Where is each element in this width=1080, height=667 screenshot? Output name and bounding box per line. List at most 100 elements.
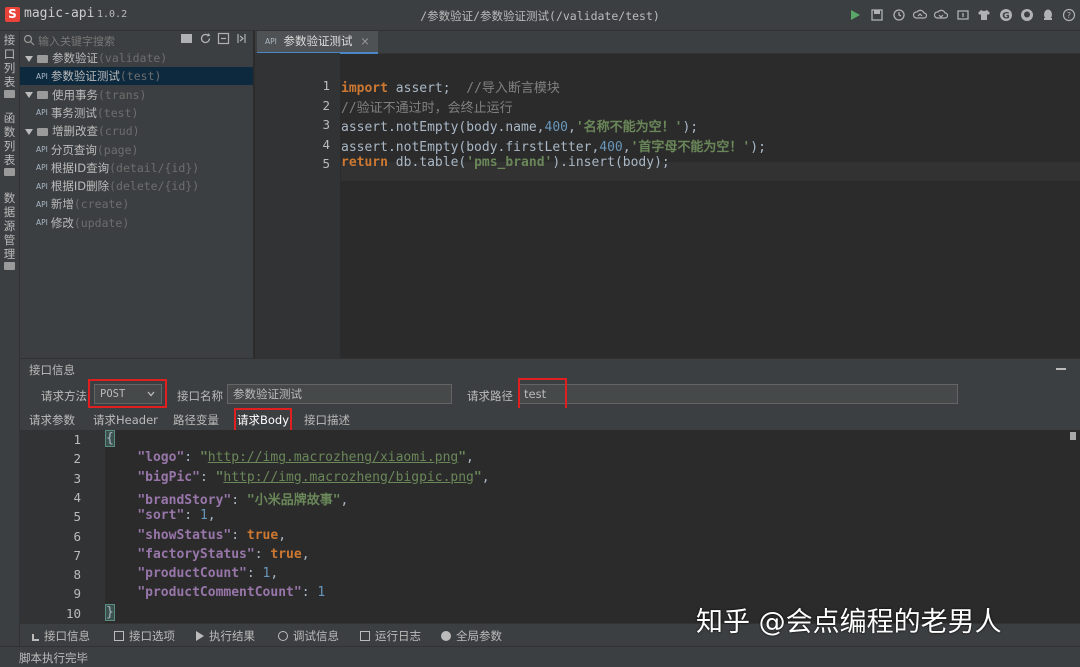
code-token: : bbox=[199, 469, 216, 485]
name-input[interactable]: 参数验证测试 bbox=[227, 384, 452, 404]
highlight-box bbox=[518, 378, 567, 410]
tree-item-name: 增删改查 bbox=[52, 124, 98, 139]
line-gutter: 1 2 3 4 5 bbox=[255, 53, 340, 358]
tree-item-name: 参数验证 bbox=[52, 51, 98, 65]
tree-api-item[interactable]: API 新增(create) bbox=[20, 195, 253, 213]
tree-item-name: 修改 bbox=[50, 215, 74, 230]
folder-icon bbox=[37, 54, 48, 63]
code-token: ); bbox=[682, 120, 699, 135]
log-icon bbox=[360, 631, 370, 641]
code-token: : bbox=[254, 546, 271, 562]
vertical-label-char: 据 bbox=[3, 205, 16, 219]
code-token: "bigPic" bbox=[137, 469, 200, 485]
request-body-editor[interactable]: 1 2 3 4 5 6 7 8 9 10 { "logo": "http://img.macroz… bbox=[20, 430, 1080, 623]
tab-function-list[interactable]: 函数列表 bbox=[0, 111, 19, 176]
path-input[interactable]: test bbox=[518, 384, 958, 404]
new-api-icon[interactable] bbox=[217, 32, 230, 45]
title-bar: S magic-api 1.0.2 /参数验证/参数验证测试(/validate… bbox=[0, 0, 1080, 31]
tree-api-item[interactable]: API 根据ID查询(detail/{id}) bbox=[20, 159, 253, 177]
save-icon[interactable] bbox=[870, 8, 884, 22]
help-icon[interactable]: ? bbox=[1062, 8, 1076, 22]
chevron-down-icon bbox=[25, 55, 33, 62]
code-token: 400 bbox=[544, 120, 568, 135]
qq-icon[interactable] bbox=[1041, 8, 1055, 22]
tool-tab-api-info[interactable]: 接口信息 bbox=[32, 628, 90, 644]
tool-tab-debug-info[interactable]: 调试信息 bbox=[278, 628, 339, 644]
code-token: "factoryStatus" bbox=[137, 546, 255, 562]
tab-api-list[interactable]: 接口列表 bbox=[0, 33, 19, 98]
tool-tab-exec-result[interactable]: 执行结果 bbox=[196, 628, 255, 644]
tree-group[interactable]: 参数验证(validate) bbox=[20, 49, 253, 67]
code-token: " bbox=[199, 450, 208, 466]
tool-tab-run-log[interactable]: 运行日志 bbox=[360, 628, 421, 644]
code-token: : bbox=[301, 585, 318, 601]
push-icon[interactable] bbox=[956, 8, 970, 22]
upload-icon[interactable] bbox=[913, 8, 927, 22]
tree-search[interactable]: 输入关键字搜索 bbox=[20, 31, 253, 49]
code-token: , bbox=[207, 508, 216, 524]
minimize-icon[interactable] bbox=[1056, 368, 1066, 370]
tree-item-path: (page) bbox=[96, 142, 139, 157]
tree-api-item[interactable]: API 参数验证测试(test) bbox=[20, 67, 253, 86]
code-token: assert; bbox=[387, 81, 467, 96]
run-icon[interactable] bbox=[848, 8, 862, 22]
tool-tab-global-params[interactable]: 全局参数 bbox=[441, 628, 502, 644]
tree-item-name: 分页查询 bbox=[50, 142, 97, 157]
line-number: 3 bbox=[73, 470, 81, 486]
download-icon[interactable] bbox=[934, 8, 948, 22]
api-badge: API bbox=[36, 199, 48, 209]
chevron-down-icon bbox=[25, 92, 33, 99]
grid-icon bbox=[114, 631, 124, 641]
status-text: 脚本执行完毕 bbox=[19, 651, 88, 665]
tree-item-path: (test) bbox=[119, 69, 162, 84]
close-icon[interactable]: × bbox=[360, 34, 370, 48]
scrollbar[interactable] bbox=[1070, 432, 1076, 440]
line-number: 3 bbox=[322, 117, 330, 132]
add-group-icon[interactable] bbox=[181, 34, 192, 43]
tree-item-path: (detail/{id}) bbox=[109, 160, 200, 175]
tool-tab-api-options[interactable]: 接口选项 bbox=[114, 628, 175, 644]
tab-request-header[interactable]: 请求Header bbox=[93, 412, 158, 428]
code-line: { bbox=[105, 430, 115, 447]
gitee-icon[interactable]: G bbox=[999, 8, 1013, 22]
refresh-icon[interactable] bbox=[199, 32, 212, 45]
code-token: http://img.macrozheng/bigpic.png bbox=[223, 469, 474, 485]
api-info-form: 请求方法 POST 接口名称 参数验证测试 请求路径 test bbox=[20, 378, 1080, 410]
code-token: '首字母不能为空！' bbox=[630, 139, 751, 155]
tab-api-description[interactable]: 接口描述 bbox=[304, 412, 350, 428]
highlight-box bbox=[88, 379, 167, 408]
bug-icon bbox=[278, 631, 288, 641]
code-token: , bbox=[340, 492, 349, 508]
code-token: , bbox=[622, 139, 631, 155]
line-number: 6 bbox=[73, 528, 81, 544]
github-icon[interactable] bbox=[1020, 8, 1034, 22]
script-editor: API 参数验证测试 × 1 2 3 4 5 import assert; //导入断言… bbox=[255, 31, 1080, 358]
svg-text:G: G bbox=[1002, 12, 1009, 22]
tree-group[interactable]: 增删改查(crud) bbox=[20, 122, 253, 140]
folder-icon bbox=[37, 127, 48, 136]
code-token: true bbox=[246, 527, 279, 543]
tree-api-item[interactable]: API 分页查询(page) bbox=[20, 141, 253, 159]
tree-api-item[interactable]: API 根据ID删除(delete/{id}) bbox=[20, 177, 253, 195]
code-line: "bigPic": "http://img.macrozheng/bigpic.… bbox=[106, 469, 490, 485]
code-token: , bbox=[481, 469, 490, 485]
code-token: 1 bbox=[199, 508, 208, 524]
code-token: '名称不能为空！' bbox=[575, 120, 683, 135]
history-icon[interactable] bbox=[892, 8, 906, 22]
tree-api-item[interactable]: API 事务测试(test) bbox=[20, 104, 253, 122]
code-line: "productCommentCount": 1 bbox=[106, 585, 325, 600]
tab-request-params[interactable]: 请求参数 bbox=[29, 412, 75, 428]
code-token: //验证不通过时，会终止运行 bbox=[341, 100, 513, 116]
tree-item-name: 使用事务 bbox=[52, 87, 98, 102]
skin-icon[interactable] bbox=[977, 8, 991, 22]
editor-tab[interactable]: API 参数验证测试 × bbox=[257, 31, 378, 54]
code-token: : bbox=[184, 450, 200, 466]
tree-api-item[interactable]: API 修改(update) bbox=[20, 214, 253, 232]
tree-group[interactable]: 使用事务(trans) bbox=[20, 86, 253, 104]
collapse-icon[interactable] bbox=[235, 32, 248, 45]
tab-path-variables[interactable]: 路径变量 bbox=[173, 412, 219, 428]
code-token: 'pms_brand' bbox=[466, 155, 553, 170]
code-line: import assert; //导入断言模块 bbox=[341, 77, 560, 96]
tab-datasource[interactable]: 数据源管理 bbox=[0, 191, 19, 270]
